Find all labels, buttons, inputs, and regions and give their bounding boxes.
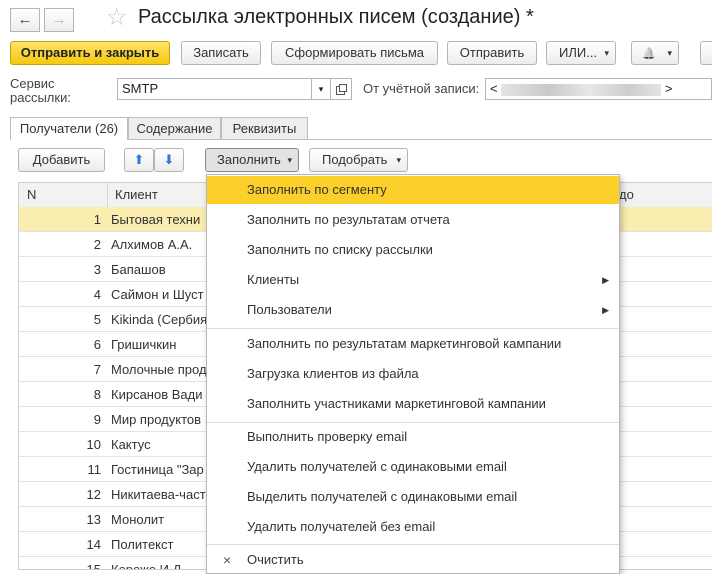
row-client: Кактус <box>111 437 151 452</box>
chevron-down-icon: ▾ <box>667 48 672 58</box>
chevron-down-icon: ▾ <box>318 84 324 94</box>
row-number: 2 <box>93 237 101 252</box>
account-label: От учётной записи: <box>363 81 480 96</box>
row-number: 13 <box>86 512 101 527</box>
row-client: Алхимов А.А. <box>111 237 193 252</box>
submenu-arrow-icon: ▶ <box>602 275 609 285</box>
row-number: 15 <box>86 562 101 570</box>
row-client: Кереже И.Д. <box>111 562 186 570</box>
notifications-menu-button[interactable]: 🔔 ▾ <box>631 41 679 65</box>
send-button[interactable]: Отправить <box>447 41 537 65</box>
more-button[interactable] <box>700 41 712 65</box>
move-up-button[interactable]: ⬆ <box>124 148 154 172</box>
bell-icon: 🔔 <box>642 48 656 60</box>
row-number: 9 <box>93 412 101 427</box>
chevron-down-icon: ▾ <box>604 48 609 58</box>
menu-item-clients[interactable]: Клиенты ▶ <box>207 266 619 294</box>
arrow-down-icon: ⬇ <box>163 152 175 167</box>
tab-content[interactable]: Содержание <box>128 117 221 139</box>
menu-item-delete-without-email[interactable]: Удалить получателей без email <box>207 513 619 541</box>
row-client: Kikinda (Сербия <box>111 312 208 327</box>
service-label: Сервис рассылки: <box>10 76 71 105</box>
account-value-masked <box>501 83 662 96</box>
select-menu-button[interactable]: Подобрать ▾ <box>309 148 408 172</box>
menu-item-users[interactable]: Пользователи ▶ <box>207 296 619 324</box>
forward-button[interactable]: → <box>44 8 74 32</box>
forward-arrow-icon: → <box>51 11 67 28</box>
column-header-n[interactable]: N <box>27 183 36 207</box>
menu-separator <box>207 328 619 329</box>
menu-separator <box>207 544 619 545</box>
row-number: 5 <box>93 312 101 327</box>
row-client: Монолит <box>111 512 165 527</box>
menu-item-fill-by-campaign-results[interactable]: Заполнить по результатам маркетинговой к… <box>207 330 619 358</box>
tab-details[interactable]: Реквизиты <box>221 117 308 139</box>
menu-item-fill-by-segment[interactable]: Заполнить по сегменту <box>207 176 619 204</box>
row-client: Кирсанов Вади <box>111 387 203 402</box>
save-button[interactable]: Записать <box>181 41 261 65</box>
row-client: Никитаева-част <box>111 487 206 502</box>
row-client: Саймон и Шуст <box>111 287 204 302</box>
arrow-up-icon: ⬆ <box>133 152 145 167</box>
fill-dropdown-menu: Заполнить по сегменту Заполнить по резул… <box>206 174 620 574</box>
select-label: Подобрать <box>322 152 388 167</box>
menu-item-check-email[interactable]: Выполнить проверку email <box>207 423 619 451</box>
chevron-down-icon: ▾ <box>287 155 292 165</box>
account-value-end: > <box>664 81 673 96</box>
row-number: 14 <box>86 537 101 552</box>
or-menu-label: ИЛИ... <box>559 45 598 60</box>
row-client: Бытовая техни <box>111 212 201 227</box>
row-number: 4 <box>93 287 101 302</box>
service-field[interactable]: SMTP <box>117 78 312 100</box>
chevron-down-icon: ▾ <box>396 155 401 165</box>
row-client: Гришичкин <box>111 337 177 352</box>
row-number: 11 <box>87 462 102 477</box>
menu-item-clients-label: Клиенты <box>247 272 300 287</box>
account-field[interactable]: < > <box>485 78 712 100</box>
menu-item-fill-by-report[interactable]: Заполнить по результатам отчета <box>207 206 619 234</box>
row-number: 7 <box>93 362 101 377</box>
row-number: 1 <box>93 212 101 227</box>
form-letters-button[interactable]: Сформировать письма <box>271 41 438 65</box>
fill-label: Заполнить <box>217 152 281 167</box>
row-client: Молочные прод <box>111 362 207 377</box>
back-arrow-icon: ← <box>17 11 33 28</box>
submenu-arrow-icon: ▶ <box>602 305 609 315</box>
open-service-button[interactable] <box>330 78 352 100</box>
column-header-right[interactable]: до <box>619 183 634 207</box>
tab-recipients[interactable]: Получатели (26) <box>10 117 128 140</box>
row-number: 12 <box>86 487 101 502</box>
row-client: Бапашов <box>111 262 166 277</box>
move-down-button[interactable]: ⬇ <box>154 148 184 172</box>
column-header-client[interactable]: Клиент <box>115 183 158 207</box>
row-number: 8 <box>93 387 101 402</box>
column-divider <box>107 183 108 207</box>
account-value-start: < <box>490 81 498 96</box>
fill-menu-button[interactable]: Заполнить ▾ <box>205 148 299 172</box>
row-client: Политекст <box>111 537 174 552</box>
favorite-star-icon[interactable]: ☆ <box>106 4 128 32</box>
menu-item-delete-duplicate-email[interactable]: Удалить получателей с одинаковыми email <box>207 453 619 481</box>
service-value: SMTP <box>122 81 159 96</box>
menu-item-fill-by-mailing-list[interactable]: Заполнить по списку рассылки <box>207 236 619 264</box>
menu-item-highlight-duplicate-email[interactable]: Выделить получателей с одинаковыми email <box>207 483 619 511</box>
send-and-close-button[interactable]: Отправить и закрыть <box>10 41 170 65</box>
menu-item-load-clients-from-file[interactable]: Загрузка клиентов из файла <box>207 360 619 388</box>
or-menu-button[interactable]: ИЛИ... ▾ <box>546 41 616 65</box>
add-button[interactable]: Добавить <box>18 148 105 172</box>
page-title: Рассылка электронных писем (создание) * <box>138 6 534 28</box>
back-button[interactable]: ← <box>10 8 40 32</box>
service-dropdown-button[interactable]: ▾ <box>311 78 331 100</box>
row-client: Гостиница "Зар <box>111 462 204 477</box>
row-number: 3 <box>93 262 101 277</box>
row-number: 6 <box>93 337 101 352</box>
open-icon <box>335 84 347 95</box>
row-client: Мир продуктов <box>111 412 202 427</box>
menu-item-clear-label: Очистить <box>247 552 304 567</box>
menu-item-users-label: Пользователи <box>247 302 332 317</box>
menu-item-fill-by-campaign-participants[interactable]: Заполнить участниками маркетинговой камп… <box>207 390 619 418</box>
row-number: 10 <box>86 437 101 452</box>
